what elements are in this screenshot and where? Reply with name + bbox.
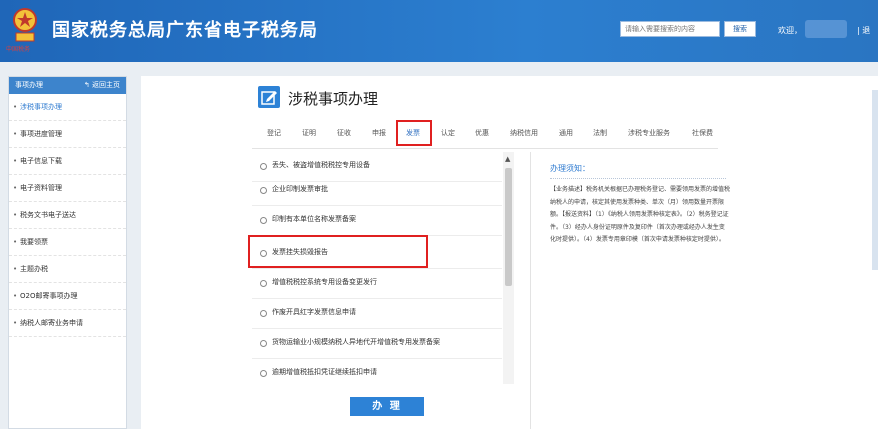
back-home-label: 返回主页 [92, 81, 120, 89]
tab-divider [252, 148, 718, 149]
bullet-icon: • [13, 157, 18, 165]
sidebar-item-delivery[interactable]: • 税务文书电子送达 [9, 202, 126, 229]
tab-general[interactable]: 通用 [559, 128, 573, 138]
sidebar-item-label: 我要领票 [20, 238, 48, 246]
site-title: 国家税务总局广东省电子税务局 [52, 20, 318, 41]
bullet-icon: • [13, 211, 18, 219]
radio-button[interactable] [260, 340, 267, 347]
radio-button[interactable] [260, 163, 267, 170]
right-edge-bar [872, 90, 878, 270]
edit-icon [258, 86, 280, 108]
emblem-text: 中国税务 [6, 46, 31, 53]
list-item-label: 作废开具红字发票信息申请 [272, 308, 356, 316]
tab-declaration[interactable]: 申报 [372, 128, 386, 138]
sidebar-item-label: 税务文书电子送达 [20, 211, 76, 219]
sidebar-item-label: 主题办税 [20, 265, 48, 273]
back-home-link[interactable]: ↰ 返回主页 [84, 77, 120, 94]
sidebar-item-label: 电子资料管理 [20, 184, 62, 192]
sidebar-item-label: 涉税事项办理 [20, 103, 62, 111]
list-item-label: 货物运输业小规模纳税人异地代开增值税专用发票备案 [272, 338, 440, 346]
list-item[interactable]: 企业印制发票审批 [252, 176, 502, 206]
scroll-up-arrow-icon[interactable]: ▲ [505, 155, 510, 163]
list-item-label: 丢失、被盗增值税税控专用设备 [272, 161, 370, 169]
bullet-icon: • [13, 184, 18, 192]
list-item[interactable]: 逾期增值税抵扣凭证继续抵扣申请 [252, 359, 502, 384]
bullet-icon: • [13, 265, 18, 273]
tab-register[interactable]: 登记 [267, 128, 281, 138]
sidebar-item-label: 电子信息下载 [20, 157, 62, 165]
search-button[interactable]: 搜索 [724, 21, 756, 37]
item-highlight-box [248, 235, 428, 268]
sidebar-item-documents[interactable]: • 电子资料管理 [9, 175, 126, 202]
notice-title: 办理须知： [550, 164, 590, 173]
tax-emblem-icon [13, 8, 37, 42]
tab-recognition[interactable]: 认定 [441, 128, 455, 138]
tab-credit[interactable]: 纳税信用 [510, 128, 538, 138]
top-header: 中国税务 国家税务总局广东省电子税务局 搜索 欢迎， | 退 [0, 0, 878, 62]
matter-list: 丢失、被盗增值税税控专用设备 企业印制发票审批 印制有本单位名称发票备案 发票挂… [252, 152, 502, 384]
list-item-label: 逾期增值税抵扣凭证继续抵扣申请 [272, 368, 377, 376]
bullet-icon: • [13, 130, 18, 138]
sidebar-item-progress[interactable]: • 事项进度管理 [9, 121, 126, 148]
sidebar-item-label: O2O邮寄事项办理 [20, 292, 78, 300]
scroll-thumb[interactable] [505, 168, 512, 286]
back-arrow-icon: ↰ [83, 81, 92, 89]
list-item[interactable]: 印制有本单位名称发票备案 [252, 206, 502, 236]
list-item[interactable]: 作废开具红字发票信息申请 [252, 299, 502, 329]
sidebar-item-download[interactable]: • 电子信息下载 [9, 148, 126, 175]
sidebar-header: 事项办理 ↰ 返回主页 [9, 77, 126, 94]
bullet-icon: • [13, 319, 18, 327]
tab-professional[interactable]: 涉税专业服务 [628, 128, 670, 138]
sidebar: 事项办理 ↰ 返回主页 • 涉税事项办理 • 事项进度管理 • 电子信息下载 • 电子资… [8, 76, 127, 429]
tab-social-security[interactable]: 社保费 [692, 128, 713, 138]
radio-button[interactable] [260, 217, 267, 224]
radio-button[interactable] [260, 187, 267, 194]
tab-highlight-box [396, 120, 432, 146]
list-item-label: 企业印制发票审批 [272, 185, 328, 193]
notice-text: 【业务描述】税务机关根据已办理税务登记、需要领用发票的增值税纳税人的申请，核定其… [550, 186, 731, 243]
sidebar-item-label: 纳税人邮寄业务申请 [20, 319, 83, 327]
list-item-label: 增值税税控系统专用设备变更发行 [272, 278, 377, 286]
sidebar-item-tax-matters[interactable]: • 涉税事项办理 [9, 94, 126, 121]
welcome-text: 欢迎， [778, 26, 802, 35]
bullet-icon: • [13, 238, 18, 246]
page-title: 涉税事项办理 [288, 90, 379, 108]
sidebar-title: 事项办理 [15, 81, 43, 89]
radio-button[interactable] [260, 370, 267, 377]
tab-collection[interactable]: 征收 [337, 128, 351, 138]
user-name-redacted [805, 20, 847, 38]
tab-certificate[interactable]: 证明 [302, 128, 316, 138]
sidebar-item-topic[interactable]: • 主题办税 [9, 256, 126, 283]
logout-link[interactable]: | 退 [857, 25, 870, 36]
list-item[interactable]: 增值税税控系统专用设备变更发行 [252, 269, 502, 299]
search-input[interactable] [620, 21, 720, 37]
list-item-label: 印制有本单位名称发票备案 [272, 215, 356, 223]
vertical-divider [530, 152, 531, 429]
sidebar-item-o2o[interactable]: • O2O邮寄事项办理 [9, 283, 126, 310]
tab-legal[interactable]: 法制 [593, 128, 607, 138]
bullet-icon: • [13, 103, 18, 111]
radio-button[interactable] [260, 280, 267, 287]
sidebar-item-get-invoice[interactable]: • 我要领票 [9, 229, 126, 256]
tab-preferential[interactable]: 优惠 [475, 128, 489, 138]
radio-button[interactable] [260, 310, 267, 317]
handle-button[interactable]: 办 理 [350, 397, 424, 416]
sidebar-item-label: 事项进度管理 [20, 130, 62, 138]
list-item[interactable]: 货物运输业小规模纳税人异地代开增值税专用发票备案 [252, 329, 502, 359]
notice-divider [550, 178, 726, 180]
bullet-icon: • [13, 292, 18, 300]
sidebar-item-mail-request[interactable]: • 纳税人邮寄业务申请 [9, 310, 126, 337]
